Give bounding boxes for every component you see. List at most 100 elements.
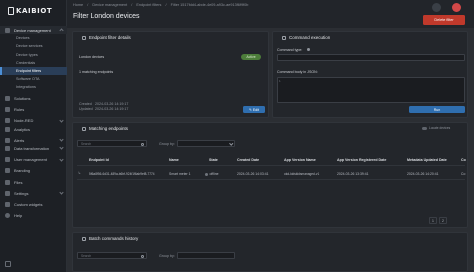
list-icon (82, 126, 86, 131)
command-body-label: Command body in JSON: (277, 70, 318, 74)
sidebar-item-label: Endpoint filters (16, 69, 42, 74)
avatar[interactable] (452, 3, 461, 12)
sidebar-item-label: Custom widgets (14, 201, 43, 207)
col-app-version-name[interactable]: App Version Name (284, 158, 316, 162)
breadcrumb: Home / Device management / Endpoint filt… (73, 3, 251, 7)
cell-name: Smart meter 1 (169, 172, 191, 176)
notifications-icon[interactable] (432, 3, 441, 12)
batch-search-input[interactable]: Search (77, 252, 147, 259)
sidebar-item-label: Alerts (14, 137, 25, 143)
sidebar-item-user-management[interactable]: User management (0, 156, 67, 164)
col-created-date[interactable]: Created Date (237, 158, 259, 162)
breadcrumb-device-management[interactable]: Device management (92, 3, 127, 7)
search-placeholder: Search (81, 142, 92, 146)
sidebar-item-integrations[interactable]: Integrations (0, 83, 67, 91)
sidebar-item-credentials[interactable]: Credentials (0, 59, 67, 67)
sidebar-item-label: Settings (14, 190, 29, 196)
run-button-label: Run (433, 107, 441, 112)
sidebar-item-branding[interactable]: Branding (0, 167, 67, 175)
logo-icon (8, 7, 14, 15)
sidebar-item-label: Analytics (14, 126, 31, 132)
batch-group-by-select[interactable] (177, 252, 235, 259)
col-endpoint-id[interactable]: Endpoint Id (89, 158, 109, 162)
sidebar-item-alerts[interactable]: Alerts (0, 136, 67, 144)
sidebar-item-settings[interactable]: Settings (0, 189, 67, 197)
logo-text: KAIBIOT (16, 7, 53, 15)
edit-button[interactable]: ✎ Edit (243, 106, 265, 113)
chevron-down-icon (228, 141, 233, 146)
sidebar-item-device-types[interactable]: Device types (0, 51, 67, 59)
sidebar-item-devices[interactable]: Devices (0, 34, 67, 42)
command-body-editor[interactable]: 1 (277, 77, 465, 103)
created-label: Created (79, 102, 92, 106)
chevron-up-icon (59, 28, 64, 33)
sidebar-item-label: Rules (14, 107, 25, 113)
pager-label: 1 (432, 218, 434, 223)
gear-icon (5, 190, 10, 196)
endpoint-filter-details-card: Endpoint filter details London devices A… (72, 31, 269, 118)
sidebar-item-data-transformation[interactable]: Data transformation (0, 144, 67, 152)
breadcrumb-separator: / (131, 3, 133, 7)
search-icon (141, 142, 144, 146)
col-name[interactable]: Name (169, 158, 179, 162)
sidebar-item-help[interactable]: Help (0, 212, 67, 220)
sidebar-item-custom-widgets[interactable]: Custom widgets (0, 200, 67, 208)
sidebar-item-node-red[interactable]: Node-RED (0, 117, 67, 125)
editor-line-number: 1 (279, 79, 281, 83)
sidebar-item-label: Device services (16, 44, 43, 49)
collapse-sidebar-icon[interactable] (5, 261, 11, 267)
help-icon (5, 213, 10, 219)
divider (77, 165, 465, 166)
logo[interactable]: KAIBIOT (8, 6, 63, 16)
command-type-select[interactable] (277, 54, 465, 61)
sidebar-item-software-ota[interactable]: Software OTA (0, 75, 67, 83)
row-menu-icon[interactable]: ↳ (78, 171, 81, 175)
cell-endpoint-id[interactable]: 5f6a8f56-6d31-489a-b6bf-924f1f6ab9ef8-77… (89, 172, 155, 176)
command-execution-card: Command execution Command type: Command … (272, 31, 468, 118)
solutions-icon (5, 96, 10, 102)
sidebar-item-analytics[interactable]: Analytics (0, 125, 67, 133)
batch-commands-title: Batch commands history (89, 236, 139, 241)
sidebar-item-rules[interactable]: Rules (0, 106, 67, 114)
updated-value: 2024-03-26 14:19:17 (95, 107, 129, 111)
card-title: Batch commands history (82, 236, 138, 241)
pager-label: 2 (442, 218, 444, 223)
matching-endpoints-title: Matching endpoints (89, 126, 129, 131)
group-by-select[interactable] (177, 140, 235, 147)
sidebar-item-label: Devices (16, 36, 30, 41)
breadcrumb-home[interactable]: Home (73, 3, 83, 7)
sidebar-nav: Device management Devices Device service… (0, 26, 67, 220)
sidebar-item-files[interactable]: Files (0, 178, 67, 186)
breadcrumb-separator: / (165, 3, 167, 7)
col-metadata-updated-date[interactable]: Metadata Updated Date (407, 158, 447, 162)
run-button[interactable]: Run (409, 106, 465, 113)
endpoint-filter-title: Endpoint filter details (89, 35, 131, 40)
group-by-label: Group by: (159, 254, 175, 258)
cell-metadata-updated-date: 2024-03-26 14:20:41 (407, 172, 439, 176)
delete-filter-button[interactable]: Delete filter (423, 15, 465, 25)
command-execution-title: Command execution (289, 35, 331, 40)
pagination-next[interactable]: 2 (439, 217, 447, 224)
search-input[interactable]: Search (77, 140, 147, 147)
pagination-first[interactable]: 1 (429, 217, 437, 224)
toggle-switch[interactable] (422, 127, 427, 130)
chevron-down-icon (59, 145, 64, 151)
cell-state: offline (205, 172, 219, 176)
sidebar-item-solutions[interactable]: Solutions (0, 95, 67, 103)
info-icon (307, 48, 310, 51)
col-app-version-registered-date[interactable]: App Version Registered Date (337, 158, 386, 162)
sidebar-item-endpoint-filters[interactable]: Endpoint filters (0, 66, 67, 76)
sidebar-item-label: Device management (14, 27, 51, 33)
created-value: 2024-03-26 14:19:17 (95, 102, 129, 106)
filter-icon (82, 35, 86, 40)
col-co[interactable]: Co (461, 158, 466, 162)
breadcrumb-endpoint-filters[interactable]: Endpoint filters (136, 3, 161, 7)
col-state[interactable]: State (209, 158, 218, 162)
sidebar-item-label: User management (14, 157, 47, 163)
sidebar-item-device-management[interactable]: Device management (0, 26, 67, 35)
sidebar-item-device-services[interactable]: Device services (0, 42, 67, 50)
history-icon (82, 236, 86, 241)
branding-icon (5, 168, 10, 174)
topbar: Home / Device management / Endpoint filt… (67, 0, 474, 28)
node-red-icon (5, 118, 10, 124)
